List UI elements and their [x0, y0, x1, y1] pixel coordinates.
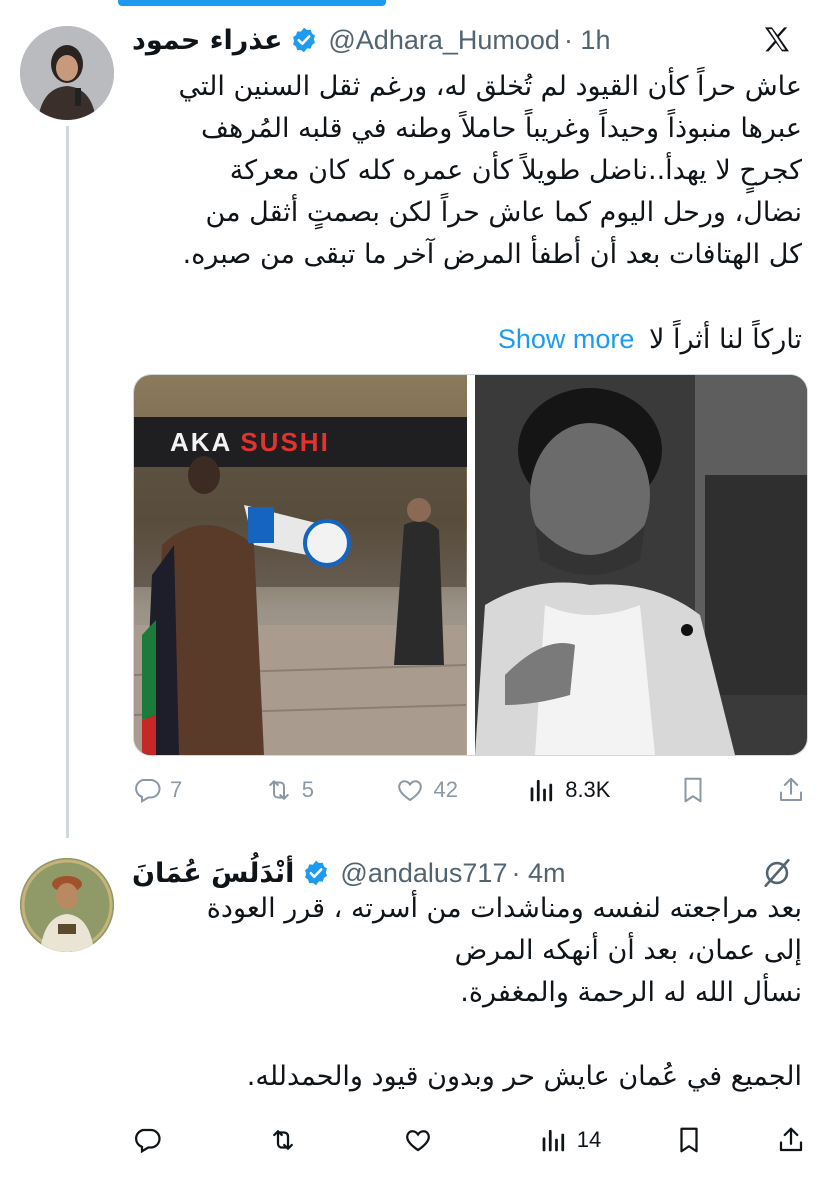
tweet-actions: 14	[132, 1118, 806, 1162]
author-handle[interactable]: @Adhara_Humood	[328, 25, 560, 56]
x-logo-icon[interactable]	[760, 24, 794, 56]
share-icon	[779, 1127, 803, 1152]
tweet-media[interactable]: AKA SUSHI	[133, 374, 808, 756]
tweet-text-line: عاش حراً كأن القيود لم تُخلق له، ورغم ثق…	[178, 71, 802, 102]
avatar-photo	[20, 858, 114, 952]
repost-count: 5	[301, 777, 314, 802]
tweet-text-line: عبرها منبوذاً وحيداً وغريباً حاملاً وطنه…	[201, 113, 802, 144]
avatar-photo	[20, 26, 114, 120]
bookmark-button[interactable]	[678, 775, 708, 805]
tweet-text-line: نسأل الله له الرحمة والمغفرة.	[460, 977, 802, 1008]
verified-badge-icon	[305, 860, 328, 886]
tweet-text-line: بعد مراجعته لنفسه ومناشدات من أسرته ، قر…	[206, 893, 802, 924]
verified-badge-icon	[293, 27, 316, 53]
like-button[interactable]	[403, 1125, 467, 1155]
views-count: 14	[576, 1127, 602, 1152]
views-chart-icon	[542, 1129, 564, 1152]
views-button[interactable]: 8.3K	[527, 775, 610, 805]
tweet-text-line: نضال، ورحل اليوم كما عاش حراً لكن بصمتٍ …	[205, 197, 802, 228]
thread-connector-line	[66, 126, 69, 838]
reply-button[interactable]	[132, 1125, 196, 1155]
tweet-time[interactable]: · 4m	[511, 858, 565, 889]
tweet-text-line: كل الهتافات بعد أن أطفأ المرض آخر ما تبق…	[182, 239, 802, 270]
views-count: 8.3K	[565, 777, 611, 802]
grok-icon[interactable]	[760, 856, 794, 890]
share-button[interactable]	[776, 1125, 806, 1155]
bookmark-button[interactable]	[674, 1125, 704, 1155]
tweet-text: عاش حراً كأن القيود لم تُخلق له، ورغم ثق…	[132, 66, 802, 276]
bookmark-icon	[684, 777, 702, 803]
repost-button[interactable]: 5	[264, 775, 328, 805]
views-chart-icon	[530, 779, 553, 802]
repost-icon	[272, 1130, 293, 1150]
like-button[interactable]: 42	[395, 775, 459, 805]
share-button[interactable]	[776, 775, 806, 805]
views-button[interactable]: 14	[539, 1125, 603, 1155]
tweet-text: بعد مراجعته لنفسه ومناشدات من أسرته ، قر…	[132, 888, 802, 1098]
author-handle[interactable]: @andalus717	[340, 858, 507, 889]
truncated-text-line: تاركاً لنا أثراً لا Show more	[498, 318, 802, 361]
reply-button[interactable]: 7	[132, 775, 196, 805]
protester-scene	[134, 456, 466, 755]
share-icon	[779, 777, 802, 801]
avatar[interactable]	[20, 26, 114, 120]
tweet-header: عذراء حمود @Adhara_Humood · 1h	[132, 18, 794, 62]
tweet-text-line: إلى عمان، بعد أن أنهكه المرض	[454, 935, 802, 966]
author-name[interactable]: عذراء حمود	[132, 25, 282, 56]
repost-button[interactable]	[268, 1125, 332, 1155]
like-count: 42	[433, 777, 458, 802]
reply-count: 7	[170, 777, 183, 802]
repost-icon	[268, 780, 289, 800]
avatar[interactable]	[20, 858, 114, 952]
tweet-actions: 7 5 42 8.3K	[132, 768, 806, 812]
heart-icon	[398, 780, 423, 802]
show-more-link[interactable]: Show more	[498, 324, 635, 354]
reply-icon	[135, 1128, 161, 1154]
media-photo-protester[interactable]: AKA SUSHI	[134, 375, 467, 755]
scroll-indicator	[118, 0, 386, 6]
reply-icon	[135, 779, 161, 804]
portrait-scene	[474, 375, 807, 755]
bookmark-icon	[680, 1127, 698, 1153]
heart-icon	[406, 1130, 431, 1152]
tweet-text-line: تاركاً لنا أثراً لا	[648, 324, 802, 355]
tweet-text-line	[132, 1014, 802, 1056]
tweet-time[interactable]: · 1h	[564, 25, 611, 56]
media-photo-portrait[interactable]	[474, 375, 807, 755]
author-name[interactable]: أنْدَلُسَ عُمَانَ	[132, 858, 294, 889]
tweet-text-line: كجرحٍ لا يهدأ..ناضل طويلاً كأن عمره كله …	[229, 155, 802, 186]
tweet-text-line: الجميع في عُمان عايش حر وبدون قيود والحم…	[246, 1061, 802, 1092]
